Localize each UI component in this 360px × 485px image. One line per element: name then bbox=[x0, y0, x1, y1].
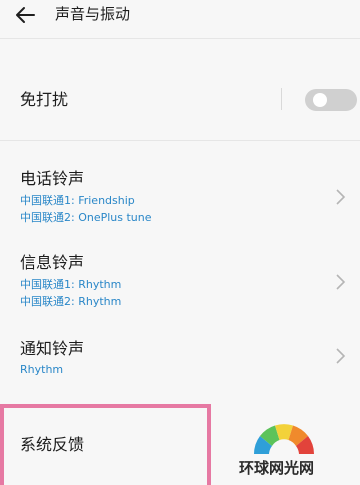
phone-ringtone-label: 电话铃声 bbox=[20, 169, 85, 188]
chevron-right-icon bbox=[336, 274, 346, 290]
watermark-text: 环球网光网 bbox=[239, 459, 315, 477]
message-ringtone-sim1: 中国联通1: Rhythm bbox=[20, 278, 122, 291]
page-title: 声音与振动 bbox=[55, 5, 131, 23]
back-arrow-icon[interactable] bbox=[14, 5, 36, 25]
phone-ringtone-row[interactable]: 电话铃声 中国联通1: Friendship 中国联通2: OnePlus tu… bbox=[0, 165, 360, 230]
toggle-knob bbox=[313, 93, 327, 107]
toggle-separator bbox=[281, 88, 282, 110]
divider bbox=[0, 38, 360, 39]
message-ringtone-row[interactable]: 信息铃声 中国联通1: Rhythm 中国联通2: Rhythm bbox=[0, 252, 360, 312]
top-bar: 声音与振动 bbox=[0, 0, 360, 30]
message-ringtone-label: 信息铃声 bbox=[20, 253, 85, 272]
divider bbox=[0, 140, 360, 141]
phone-ringtone-sim2: 中国联通2: OnePlus tune bbox=[20, 211, 152, 224]
notification-ringtone-value: Rhythm bbox=[20, 363, 64, 376]
dnd-toggle[interactable] bbox=[305, 89, 357, 111]
dnd-label: 免打扰 bbox=[20, 90, 69, 109]
message-ringtone-sim2: 中国联通2: Rhythm bbox=[20, 295, 122, 308]
chevron-right-icon bbox=[336, 189, 346, 205]
notification-ringtone-row[interactable]: 通知铃声 Rhythm bbox=[0, 338, 360, 383]
chevron-right-icon bbox=[336, 348, 346, 364]
phone-ringtone-sim1: 中国联通1: Friendship bbox=[20, 194, 135, 207]
system-feedback-label: 系统反馈 bbox=[20, 435, 85, 454]
notification-ringtone-label: 通知铃声 bbox=[20, 339, 85, 358]
